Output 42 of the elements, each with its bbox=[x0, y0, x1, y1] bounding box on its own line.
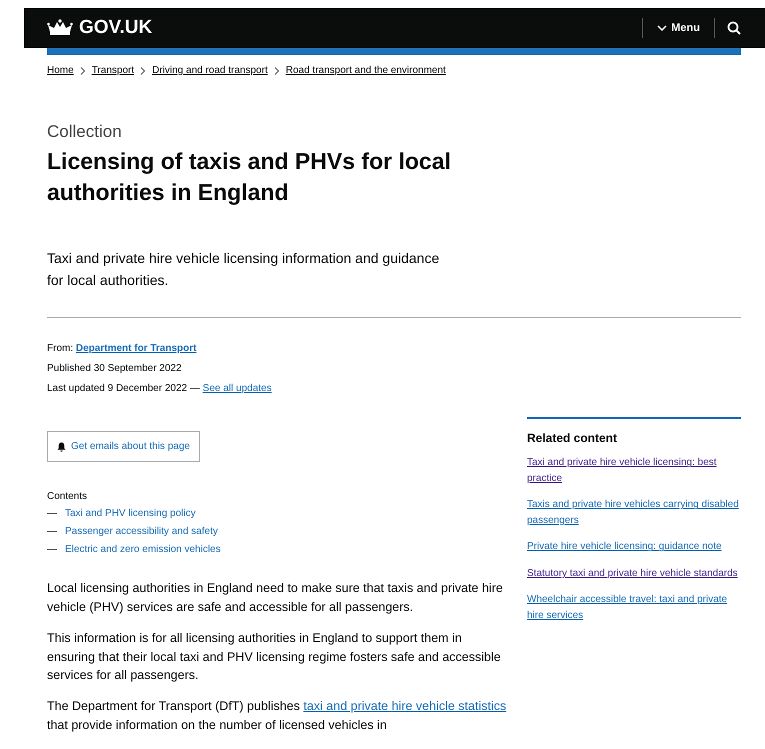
breadcrumb-link[interactable]: Driving and road transport bbox=[152, 65, 268, 76]
dash-marker: — bbox=[47, 544, 57, 556]
email-alerts-button[interactable]: Get emails about this page bbox=[47, 431, 200, 462]
menu-button[interactable]: Menu bbox=[642, 18, 715, 38]
related-link[interactable]: Taxi and private hire vehicle licensing: best practice bbox=[527, 455, 741, 486]
chevron-right-icon bbox=[80, 66, 86, 74]
contents-link[interactable]: Electric and zero emission vehicles bbox=[65, 544, 221, 556]
bell-icon bbox=[57, 442, 66, 452]
search-icon bbox=[727, 21, 741, 35]
meta-label: Last updated bbox=[47, 383, 105, 394]
chevron-right-icon bbox=[140, 66, 146, 74]
dash-marker: — bbox=[47, 508, 57, 520]
body-paragraph: The Department for Transport (DfT) publishes taxi and private hire vehicle statistics that provide information on the number of licensed vehicles in bbox=[47, 698, 508, 734]
breadcrumb-link[interactable]: Home bbox=[47, 65, 74, 76]
updates-link[interactable]: See all updates bbox=[202, 383, 272, 394]
meta-label: Published bbox=[47, 363, 91, 374]
related-link[interactable]: Wheelchair accessible travel: taxi and private hire services bbox=[527, 592, 741, 624]
logo-text: GOV.UK bbox=[79, 17, 152, 39]
related-link[interactable]: Private hire vehicle licensing: guidance note bbox=[527, 539, 741, 555]
lead-paragraph: Taxi and private hire vehicle licensing information and guidance for local authorities. bbox=[47, 249, 440, 290]
govuk-logo[interactable]: GOV.UK bbox=[47, 17, 152, 39]
body-paragraph: This information is for all licensing authorities in England to support them in ensuring that their local taxi and PHV licensing regime fosters safe and accessible services for all passengers. bbox=[47, 630, 502, 684]
related-heading: Related content bbox=[527, 431, 618, 446]
statistics-link[interactable]: taxi and private hire vehicle statistics bbox=[303, 699, 506, 714]
contents-heading: Contents bbox=[47, 491, 88, 502]
updated-date: 9 December 2022 — bbox=[108, 383, 200, 394]
published-date: 30 September 2022 bbox=[94, 363, 182, 374]
contents-link[interactable]: Taxi and PHV licensing policy bbox=[65, 508, 196, 520]
organisation-link[interactable]: Department for Transport bbox=[76, 343, 196, 354]
chevron-right-icon bbox=[274, 66, 280, 74]
contents-link[interactable]: Passenger accessibility and safety bbox=[65, 526, 218, 538]
breadcrumb-link[interactable]: Transport bbox=[92, 65, 134, 76]
meta-label: From: bbox=[47, 343, 74, 354]
crown-icon bbox=[47, 19, 73, 37]
related-link[interactable]: Taxis and private hire vehicles carrying disabled passengers bbox=[527, 497, 741, 528]
body-paragraph: Local licensing authorities in England need to make sure that taxis and private hire vehicle (PHV) services are safe and accessible for all passengers. bbox=[47, 580, 504, 616]
dash-marker: — bbox=[47, 526, 57, 538]
chevron-down-icon bbox=[657, 25, 668, 31]
breadcrumb-link[interactable]: Road transport and the environment bbox=[286, 65, 446, 76]
related-link[interactable]: Statutory taxi and private hire vehicle standards bbox=[527, 566, 741, 582]
page-title: Licensing of taxis and PHVs for local authorities in England bbox=[47, 147, 452, 208]
page-caption: Collection bbox=[47, 122, 123, 142]
